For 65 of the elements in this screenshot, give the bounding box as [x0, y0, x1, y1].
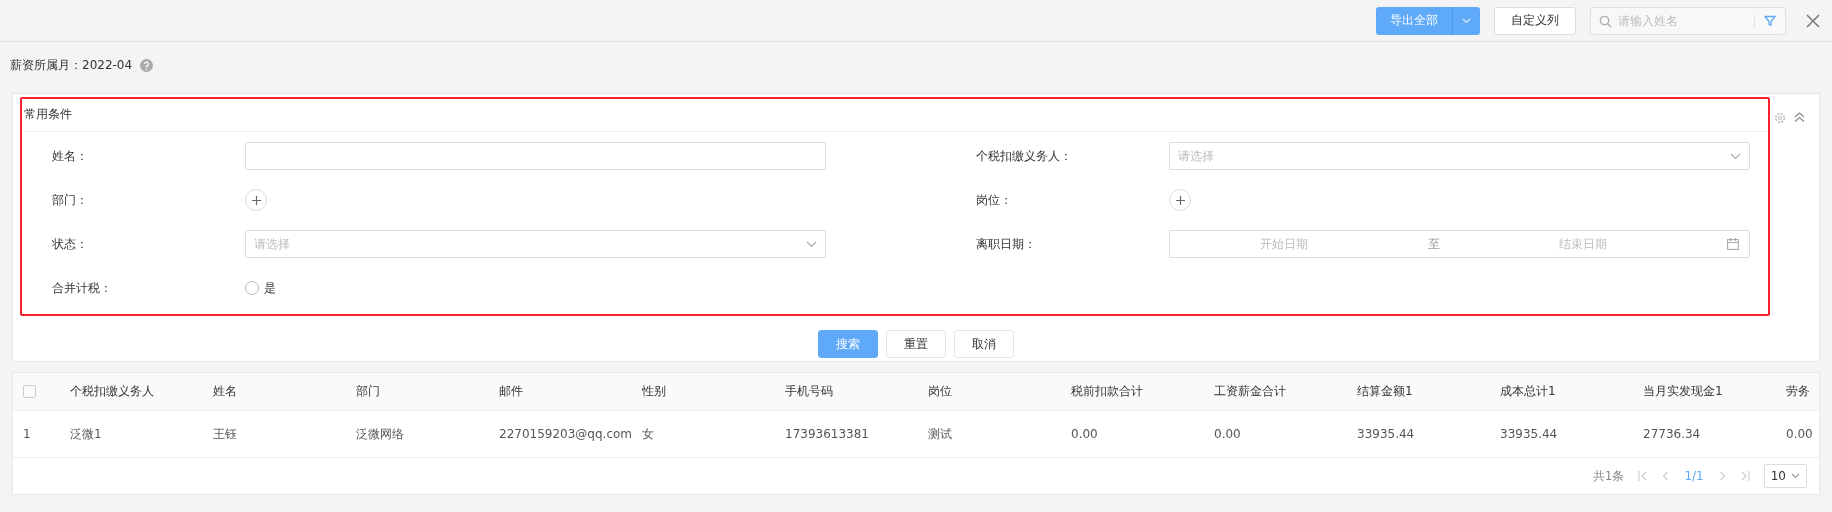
search-icon [1599, 14, 1612, 28]
column-header[interactable]: 部门 [356, 384, 380, 398]
column-header[interactable]: 工资薪金合计 [1214, 384, 1286, 398]
previous-page-icon[interactable] [1661, 471, 1671, 481]
column-header[interactable]: 劳务 [1786, 384, 1810, 398]
field-label: 离职日期： [976, 235, 1037, 253]
total-count: 共1条 [1592, 467, 1625, 485]
column-header[interactable]: 结算金额1 [1357, 384, 1413, 398]
table-cell: 泛微1 [70, 426, 102, 441]
column-header[interactable]: 性别 [642, 384, 666, 398]
field-label: 岗位： [976, 191, 1013, 209]
next-page-icon[interactable] [1717, 471, 1727, 481]
filter-icon[interactable] [1764, 14, 1776, 27]
chevron-down-icon [1730, 152, 1741, 160]
field-label: 个税扣缴义务人： [976, 147, 1073, 165]
export-dropdown-button[interactable] [1452, 6, 1480, 35]
table-cell: 女 [642, 426, 654, 441]
column-header[interactable]: 手机号码 [785, 384, 833, 398]
table-cell: 泛微网络 [356, 426, 404, 441]
chevron-down-icon [1791, 473, 1800, 479]
column-header[interactable]: 岗位 [928, 384, 952, 398]
page-size-select[interactable]: 10 [1763, 464, 1807, 488]
help-icon[interactable] [140, 58, 154, 72]
table-cell: 2270159203@qq.com [499, 427, 633, 441]
name-input-field[interactable] [245, 142, 826, 170]
add-button[interactable] [1169, 189, 1191, 211]
table-cell: 0.00 [1214, 427, 1241, 441]
caret-icon [1462, 17, 1471, 24]
select-all-checkbox[interactable] [23, 385, 36, 398]
table-cell: 33935.44 [1357, 427, 1415, 441]
page-indicator: 1/1 [1684, 469, 1704, 483]
field-label: 合并计税： [52, 279, 113, 297]
calendar-icon [1726, 238, 1739, 250]
salary-month-text: 薪资所属月：2022-04 [10, 56, 133, 74]
table-cell: 0.00 [1786, 427, 1813, 441]
gear-icon[interactable] [1774, 112, 1786, 124]
column-header[interactable]: 个税扣缴义务人 [70, 384, 154, 398]
chevron-down-icon [806, 240, 817, 248]
plus-icon [1175, 195, 1185, 205]
action-button[interactable]: 取消 [954, 330, 1014, 358]
close-icon[interactable] [1806, 13, 1820, 28]
action-button[interactable]: 重置 [886, 330, 946, 358]
collapse-icon[interactable] [1794, 112, 1805, 122]
plus-icon [251, 195, 261, 205]
field-label: 姓名： [52, 147, 89, 165]
table-cell: 17393613381 [785, 427, 869, 441]
column-header[interactable]: 税前扣款合计 [1071, 384, 1143, 398]
radio-option[interactable]: 是 [245, 274, 826, 302]
table-cell: 27736.34 [1643, 427, 1701, 441]
column-header[interactable]: 当月实发现金1 [1643, 384, 1723, 398]
table-cell: 测试 [928, 426, 952, 441]
first-page-icon[interactable] [1638, 471, 1648, 481]
table-cell: 33935.44 [1500, 427, 1558, 441]
field-label: 部门： [52, 191, 89, 209]
table-cell: 0.00 [1071, 427, 1098, 441]
section-title: 常用条件 [22, 99, 1768, 132]
column-header[interactable]: 姓名 [213, 384, 237, 398]
add-button[interactable] [245, 189, 267, 211]
field-label: 状态： [52, 235, 89, 253]
customize-columns-button[interactable]: 自定义列 [1494, 6, 1576, 35]
row-number: 1 [23, 427, 31, 441]
column-header[interactable]: 成本总计1 [1500, 384, 1556, 398]
table-cell: 王钰 [213, 426, 237, 441]
last-page-icon[interactable] [1740, 471, 1750, 481]
column-header[interactable]: 邮件 [499, 384, 523, 398]
